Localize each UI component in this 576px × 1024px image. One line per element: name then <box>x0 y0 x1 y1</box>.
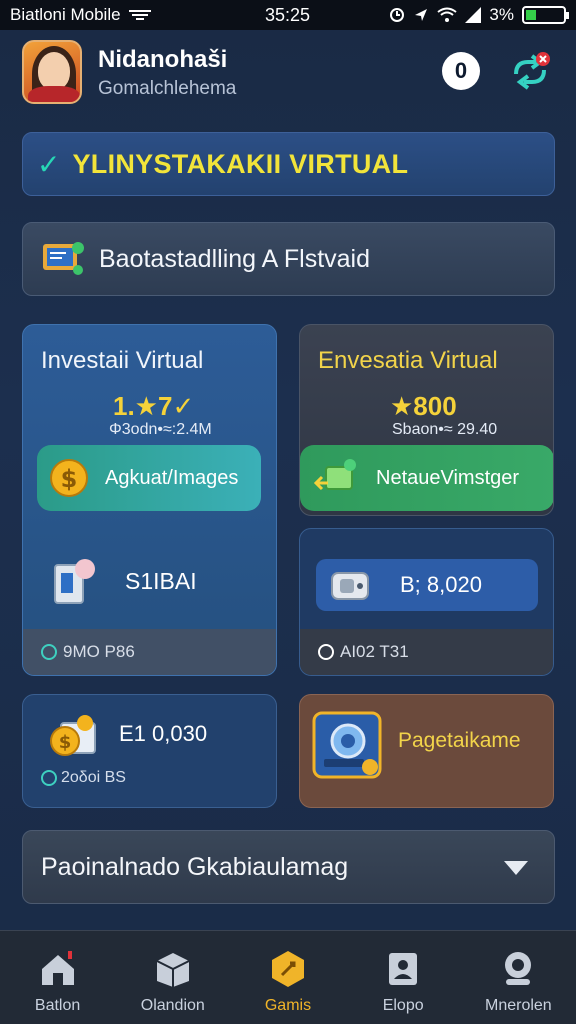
nav-label: Batlon <box>34 997 81 1014</box>
battery-percent: 3% <box>489 5 514 24</box>
nav-item-box[interactable]: Olandion <box>115 931 230 1024</box>
coins-amount: E1 0,030 <box>119 721 208 746</box>
switch-account-icon[interactable] <box>510 52 550 90</box>
manager-button[interactable]: NetaueVimstger <box>300 445 553 511</box>
profile-card-icon <box>389 953 418 985</box>
card-amount-sub: Φ3odn•≈:2.4M <box>109 421 212 438</box>
notification-badge[interactable]: 0 <box>442 52 480 90</box>
nav-label: Olandion <box>140 997 205 1014</box>
nav-item-profile-card[interactable]: Elopo <box>346 931 461 1024</box>
virtual-banner-title: YLINYSTAKAKII VIRTUAL <box>72 148 409 179</box>
bottom-nav: Batlon Olandion Gamis Elopo Mnerolen <box>0 930 576 1024</box>
card-amount: ★800 <box>390 391 457 421</box>
wifi-icon <box>437 7 458 22</box>
carrier-name: Biatloni Mobile <box>10 5 121 24</box>
cellular-icon <box>465 7 482 23</box>
hard-drive-icon <box>331 572 369 600</box>
svg-text:$: $ <box>59 732 72 753</box>
nav-label: Gamis <box>264 997 312 1014</box>
balance-label: B; 8,020 <box>400 572 482 597</box>
nav-label: Elopo <box>382 997 424 1014</box>
card-footer: AI02 T31 <box>300 629 553 675</box>
category-dropdown[interactable]: Paoinalnado Gkabiaulamag <box>22 830 555 904</box>
transfer-icon <box>313 459 356 491</box>
game-card[interactable]: Pagetaikame <box>299 694 554 808</box>
signal-bars-icon <box>128 10 151 20</box>
manager-button-label: NetaueVimstger <box>376 466 520 489</box>
balance-card[interactable]: B; 8,020 AI02 T31 <box>299 528 554 676</box>
card-footer-text: 9MO P86 <box>63 642 135 661</box>
dropdown-label: Paoinalnado Gkabiaulamag <box>41 852 349 881</box>
dashboard-banner[interactable]: Baotastadlling A Flstvaid <box>22 222 555 296</box>
storage-row: S1IBAI <box>51 555 197 607</box>
coins-sub-text: 2oδoi BS <box>61 769 126 786</box>
dollar-coin-icon: $ <box>50 459 88 497</box>
nav-item-games[interactable]: Gamis <box>230 931 345 1024</box>
nav-item-user[interactable]: Mnerolen <box>461 931 576 1024</box>
images-button-label: Agkuat/Images <box>105 466 239 489</box>
user-icon <box>505 952 532 985</box>
username: Nidanohaši <box>98 46 228 73</box>
box-icon <box>156 953 190 987</box>
home-icon <box>41 951 74 985</box>
game-label: Pagetaikame <box>398 729 521 752</box>
investment-card-left[interactable]: Investaii Virtual 1.★7✓ Φ3odn•≈:2.4M $ A… <box>22 324 277 676</box>
status-time: 35:25 <box>265 4 311 25</box>
card-amount-sub: Sbaon•≈ 29.40 <box>392 421 498 438</box>
check-icon: ✓ <box>37 148 61 180</box>
card-title: Envesatia Virtual <box>318 347 498 374</box>
card-footer: 9MO P86 <box>23 629 276 675</box>
user-subtitle: Gomalchlehema <box>98 78 237 99</box>
game-icon <box>271 951 304 987</box>
coins-sub: 2oδoi BS <box>41 769 126 787</box>
virtual-banner[interactable]: ✓ YLINYSTAKAKII VIRTUAL <box>22 132 555 196</box>
alarm-icon <box>390 8 405 22</box>
battery-icon <box>522 6 569 24</box>
nav-label: Mnerolen <box>484 997 552 1014</box>
dashboard-screen-icon <box>43 242 84 275</box>
images-button[interactable]: $ Agkuat/Images <box>37 445 261 511</box>
card-amount: 1.★7✓ <box>113 391 195 421</box>
avatar[interactable] <box>22 40 82 104</box>
investment-card-right[interactable]: Envesatia Virtual ★800 Sbaon•≈ 29.40 Net… <box>299 324 554 516</box>
coins-card[interactable]: $ E1 0,030 2oδoi BS <box>22 694 277 808</box>
svg-text:$: $ <box>61 465 78 493</box>
card-footer-text: AI02 T31 <box>340 642 409 661</box>
nav-item-home[interactable]: Batlon <box>0 931 115 1024</box>
clock-icon <box>318 644 334 660</box>
balance-pill[interactable]: B; 8,020 <box>316 559 538 611</box>
storage-device-icon <box>54 559 95 604</box>
chevron-down-icon <box>504 861 528 875</box>
card-title: Investaii Virtual <box>41 347 204 374</box>
status-bar: Biatloni Mobile 35:25 3% <box>0 0 576 30</box>
clock-icon <box>41 644 57 660</box>
clock-icon <box>41 770 57 786</box>
dashboard-banner-title: Baotastadlling A Flstvaid <box>99 244 370 273</box>
game-search-icon <box>312 711 382 779</box>
app-header: Nidanohaši Gomalchlehema 0 <box>0 36 576 116</box>
storage-label: S1IBAI <box>125 567 197 594</box>
location-icon <box>415 9 428 21</box>
coins-icon: $ <box>50 715 96 756</box>
